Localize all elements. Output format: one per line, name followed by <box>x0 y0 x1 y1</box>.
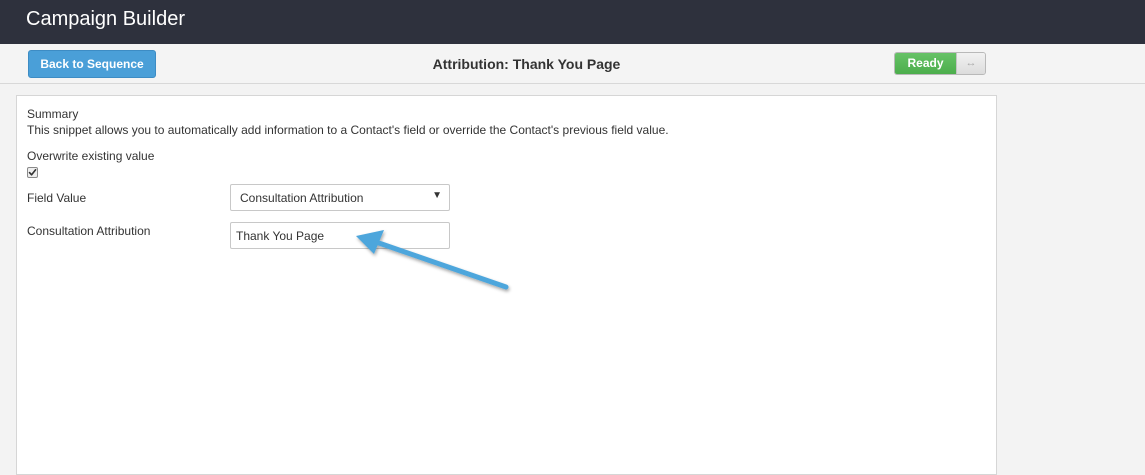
app-title: Campaign Builder <box>26 8 185 30</box>
field-value-selected: Consultation Attribution <box>240 191 364 205</box>
arrows-horizontal-icon[interactable]: ↔ <box>956 53 985 74</box>
consultation-attribution-input[interactable] <box>230 222 450 249</box>
overwrite-existing-label: Overwrite existing value <box>27 149 155 163</box>
chevron-down-icon: ▼ <box>432 190 442 201</box>
app-header: Campaign Builder <box>0 0 1145 44</box>
ready-status-toggle[interactable]: Ready ↔ <box>894 52 986 75</box>
summary-text: This snippet allows you to automatically… <box>27 123 669 137</box>
field-value-label: Field Value <box>27 191 87 205</box>
toolbar: Back to Sequence Attribution: Thank You … <box>0 44 1145 84</box>
field-value-select[interactable]: Consultation Attribution ▼ <box>230 184 450 211</box>
overwrite-existing-checkbox[interactable] <box>27 167 38 178</box>
summary-heading: Summary <box>27 107 79 121</box>
consultation-attribution-label: Consultation Attribution <box>27 224 151 238</box>
checkmark-icon <box>28 169 37 176</box>
snippet-settings-panel: Summary This snippet allows you to autom… <box>16 95 997 475</box>
ready-status-label: Ready <box>895 53 956 74</box>
